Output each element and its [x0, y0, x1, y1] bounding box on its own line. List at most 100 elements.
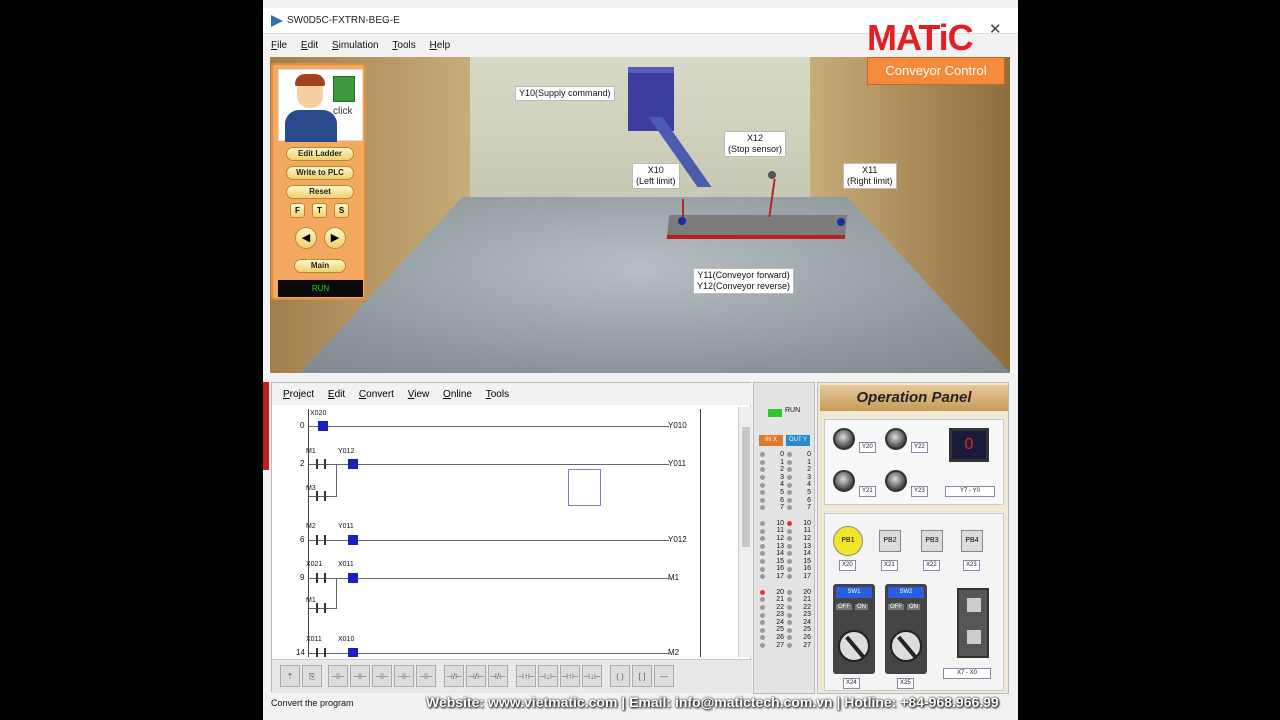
sw1-switch[interactable]: SW1 OFF ON: [833, 584, 875, 674]
toolbar-button[interactable]: ( ): [610, 665, 630, 687]
ladder-contact[interactable]: [316, 603, 326, 613]
right-arrow-icon[interactable]: ▶: [324, 227, 346, 249]
switch-name: SW2: [888, 587, 924, 598]
ladder-coil[interactable]: Y010: [668, 421, 687, 430]
menu-tools[interactable]: Tools: [392, 36, 415, 51]
contact-label: M1: [306, 448, 316, 455]
ladder-contact[interactable]: [316, 459, 326, 469]
scene-title: Conveyor Control: [867, 57, 1005, 85]
ladder-scrollbar[interactable]: [738, 407, 752, 657]
pb-label: X21: [881, 560, 898, 571]
ladder-contact[interactable]: [348, 648, 358, 657]
contact-label: X011: [338, 561, 354, 568]
io-led: 23: [787, 611, 813, 619]
toolbar-button[interactable]: [ ]: [632, 665, 652, 687]
toolbar-button[interactable]: ⊣↓⊢: [538, 665, 558, 687]
f-button[interactable]: F: [290, 203, 305, 218]
rung-number: 6: [300, 535, 305, 544]
contact-label: Y011: [338, 523, 354, 530]
menu-file[interactable]: File: [271, 36, 287, 51]
edit-cursor: [568, 469, 601, 506]
toolbar-button[interactable]: ⊣⊢: [372, 665, 392, 687]
ladder-toolbar: ⇡ ⎘ ⊣⊢ ⊣⊢ ⊣⊢ ⊣⊢ ⊣⊢ ⊣/⊢ ⊣/⊢ ⊣/⊢ ⊣↑⊢ ⊣↓⊢ ⊣…: [272, 659, 752, 693]
toolbar-button[interactable]: ⊣/⊢: [466, 665, 486, 687]
contact-label: M3: [306, 485, 316, 492]
lamp-label: Y23: [911, 486, 928, 497]
input-header: IN X: [759, 435, 783, 446]
pb4-button[interactable]: PB4: [961, 530, 983, 552]
io-led: 3: [787, 474, 813, 482]
ladder-diagram[interactable]: 0 X020 Y010 2 M1 Y012 M3 Y011 6 M2 Y011: [272, 407, 738, 657]
ladder-contact[interactable]: [318, 421, 328, 431]
menu-online[interactable]: Online: [443, 389, 472, 400]
menu-ladder-edit[interactable]: Edit: [328, 389, 345, 400]
teacher-avatar[interactable]: click: [278, 69, 363, 142]
toolbar-button[interactable]: ⎘: [302, 665, 322, 687]
write-to-plc-button[interactable]: Write to PLC: [286, 166, 354, 180]
ladder-contact[interactable]: [316, 491, 326, 501]
contact-label: X020: [310, 410, 327, 417]
seven-segment-display: 0: [949, 428, 989, 462]
io-led: 11: [787, 527, 813, 535]
menu-convert[interactable]: Convert: [359, 389, 394, 400]
ladder-contact[interactable]: [348, 573, 358, 583]
switch-on-label: ON: [855, 604, 868, 610]
toolbar-button[interactable]: ⊣⊢: [394, 665, 414, 687]
toolbar-button[interactable]: ⊣⊢: [328, 665, 348, 687]
io-led: 5: [787, 489, 813, 497]
ladder-menu-bar: Project Edit Convert View Online Tools: [272, 383, 752, 405]
io-led: 10: [787, 520, 813, 528]
rung-number: 14: [296, 648, 305, 657]
ladder-contact[interactable]: [316, 535, 326, 545]
edit-ladder-button[interactable]: Edit Ladder: [286, 147, 354, 161]
menu-simulation[interactable]: Simulation: [332, 36, 379, 51]
switch-off-label: OFF: [888, 604, 904, 610]
selector-knob-icon[interactable]: [890, 630, 922, 662]
io-led: 22: [787, 604, 813, 612]
right-limit-sensor: [837, 218, 845, 226]
io-led: 20: [787, 589, 813, 597]
menu-edit[interactable]: Edit: [301, 36, 318, 51]
menu-ladder-tools[interactable]: Tools: [486, 389, 509, 400]
toolbar-button[interactable]: —: [654, 665, 674, 687]
run-led-label: RUN: [785, 407, 801, 414]
menu-view[interactable]: View: [408, 389, 430, 400]
main-button[interactable]: Main: [294, 259, 346, 273]
rung-line: [309, 426, 669, 427]
ladder-coil[interactable]: M2: [668, 648, 679, 657]
io-led: 6: [760, 497, 786, 505]
ladder-contact[interactable]: [316, 573, 326, 583]
toolbar-button[interactable]: ⊣⊢: [350, 665, 370, 687]
scrollbar-thumb[interactable]: [742, 427, 750, 547]
sw2-switch[interactable]: SW2 OFF ON: [885, 584, 927, 674]
dip-lever[interactable]: [967, 630, 981, 644]
ladder-coil[interactable]: Y012: [668, 535, 687, 544]
selector-knob-icon[interactable]: [838, 630, 870, 662]
ladder-coil[interactable]: M1: [668, 573, 679, 582]
menu-help[interactable]: Help: [430, 36, 451, 51]
pb1-button[interactable]: PB1: [833, 526, 863, 556]
t-button[interactable]: T: [312, 203, 327, 218]
ladder-contact[interactable]: [316, 648, 326, 657]
branch-line: [336, 464, 337, 496]
pb3-button[interactable]: PB3: [921, 530, 943, 552]
toolbar-button[interactable]: ⊣↑⊢: [516, 665, 536, 687]
menu-project[interactable]: Project: [283, 389, 314, 400]
dip-switch[interactable]: [957, 588, 989, 658]
reset-button[interactable]: Reset: [286, 185, 354, 199]
left-arrow-icon[interactable]: ◀: [295, 227, 317, 249]
pb2-button[interactable]: PB2: [879, 530, 901, 552]
ladder-contact[interactable]: [348, 535, 358, 545]
io-led: 0: [787, 451, 813, 459]
toolbar-button[interactable]: ⊣↓⊢: [582, 665, 602, 687]
toolbar-button[interactable]: ⇡: [280, 665, 300, 687]
toolbar-button[interactable]: ⊣⊢: [416, 665, 436, 687]
dip-lever[interactable]: [967, 598, 981, 612]
ladder-contact[interactable]: [348, 459, 358, 469]
s-button[interactable]: S: [334, 203, 349, 218]
toolbar-button[interactable]: ⊣↑⊢: [560, 665, 580, 687]
ladder-coil[interactable]: Y011: [668, 459, 686, 468]
toolbar-button[interactable]: ⊣/⊢: [488, 665, 508, 687]
switch-label: X25: [897, 678, 914, 689]
toolbar-button[interactable]: ⊣/⊢: [444, 665, 464, 687]
